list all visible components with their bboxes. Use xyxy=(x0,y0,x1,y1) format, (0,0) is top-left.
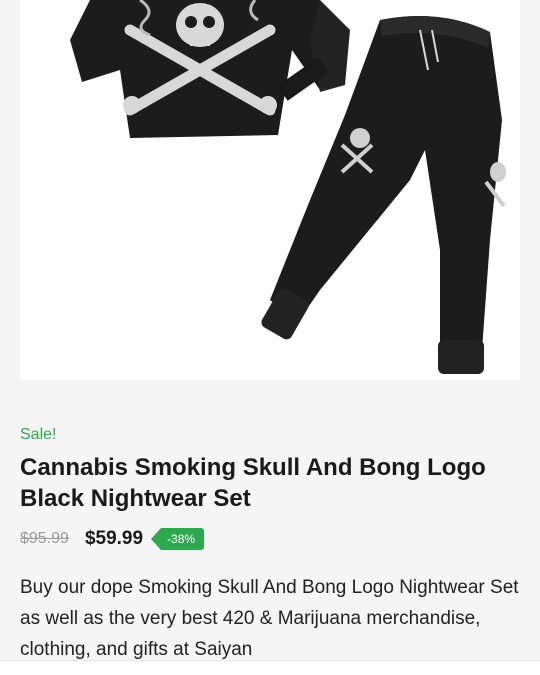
sale-price: $59.99 xyxy=(84,528,144,549)
shirt-graphic xyxy=(70,0,350,138)
original-price: $95.99 xyxy=(20,530,69,547)
product-title: Cannabis Smoking Skull And Bong Logo Bla… xyxy=(20,454,486,512)
sale-label: Sale! xyxy=(20,426,57,443)
bottom-bar xyxy=(0,660,540,675)
discount-badge: -38% xyxy=(151,528,205,550)
product-info: Sale! Cannabis Smoking Skull And Bong Lo… xyxy=(20,424,520,665)
price-row: $95.99 $59.99 -38% xyxy=(20,526,520,552)
product-description: Buy our dope Smoking Skull And Bong Logo… xyxy=(20,577,519,660)
product-image[interactable] xyxy=(20,0,520,380)
nightwear-set-illustration xyxy=(70,0,506,374)
pants-graphic xyxy=(261,16,506,374)
